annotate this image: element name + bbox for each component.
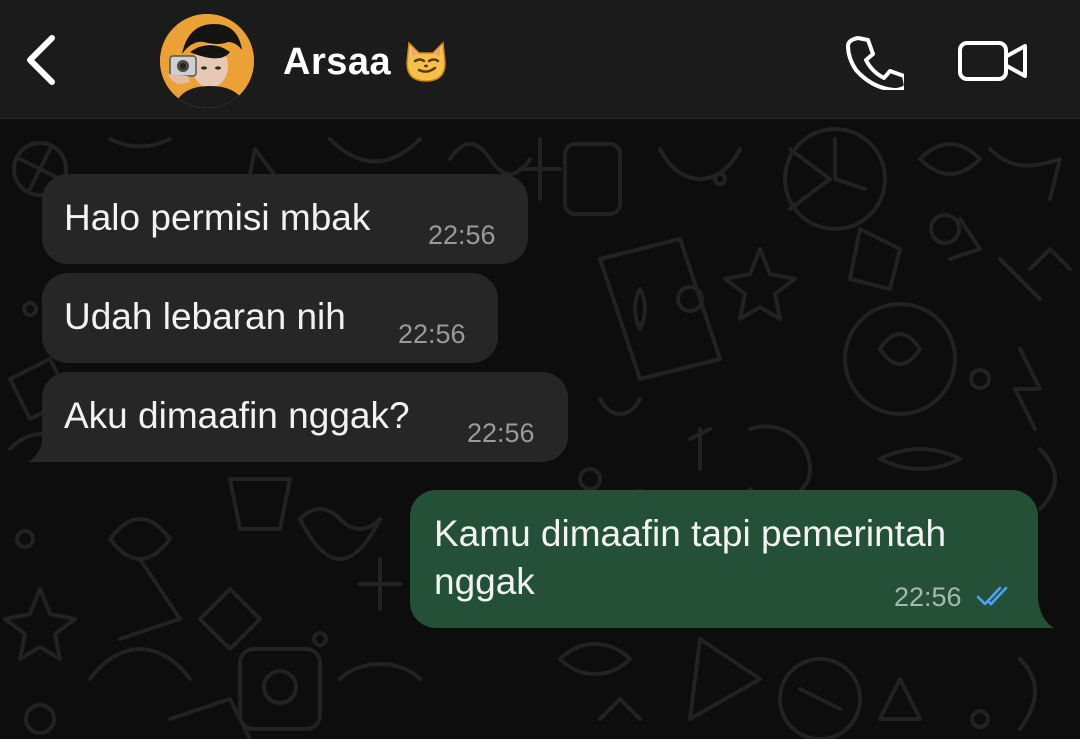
message-bubble-outgoing[interactable]: Kamu dimaafin tapi pemerintah nggak 22:5… xyxy=(410,490,1038,628)
smirking-cat-emoji-icon xyxy=(406,41,446,82)
message-timestamp: 22:56 xyxy=(398,319,466,349)
chevron-left-icon[interactable] xyxy=(18,30,66,90)
video-camera-icon[interactable] xyxy=(957,38,1029,84)
message-text: Aku dimaafin nggak? xyxy=(64,395,410,436)
message-text-line2: nggak xyxy=(434,561,535,602)
message-bubble-incoming[interactable]: Halo permisi mbak 22:56 xyxy=(42,174,528,264)
message-timestamp: 22:56 xyxy=(894,582,962,612)
chat-screen: Arsaa Halo permisi mbak 22:56 Udah lebar… xyxy=(0,0,1080,739)
message-timestamp: 22:56 xyxy=(467,418,535,448)
avatar[interactable] xyxy=(160,14,254,108)
message-timestamp: 22:56 xyxy=(428,220,496,250)
message-text: Udah lebaran nih xyxy=(64,296,346,337)
message-bubble-incoming[interactable]: Aku dimaafin nggak? 22:56 xyxy=(42,372,568,462)
contact-name: Arsaa xyxy=(283,40,392,83)
chat-header: Arsaa xyxy=(0,0,1080,119)
contact-info[interactable]: Arsaa xyxy=(283,36,449,88)
message-text-line1: Kamu dimaafin tapi pemerintah xyxy=(434,513,947,554)
message-text: Halo permisi mbak xyxy=(64,197,371,238)
read-double-check-icon xyxy=(976,586,1008,606)
bubble-tail xyxy=(28,432,56,462)
avatar-photo xyxy=(160,14,254,108)
message-bubble-incoming[interactable]: Udah lebaran nih 22:56 xyxy=(42,273,498,363)
bubble-tail xyxy=(1024,598,1054,628)
phone-icon[interactable] xyxy=(846,34,904,90)
